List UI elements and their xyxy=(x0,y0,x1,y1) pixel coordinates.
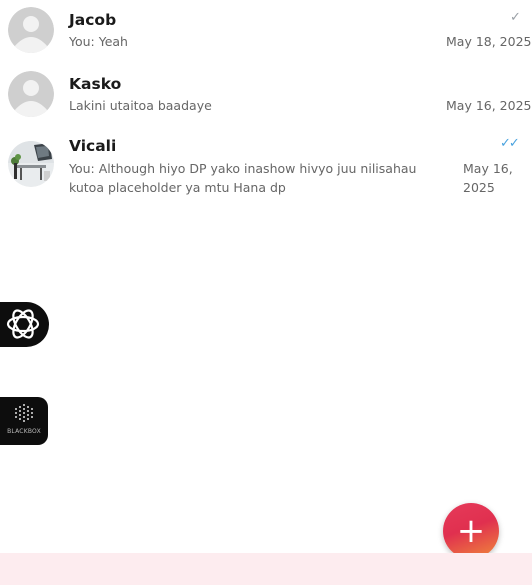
default-avatar xyxy=(8,71,54,117)
blackbox-cube-icon xyxy=(15,404,33,422)
bottom-navigation-bar xyxy=(0,553,532,585)
chat-preview: You: Although hiyo DP yako inashow hivyo… xyxy=(69,161,417,195)
chat-row-jacob[interactable]: Jacob You: Yeah ✓ May 18, 2025 xyxy=(0,0,532,64)
check-icon: ✓ xyxy=(510,10,521,25)
default-avatar xyxy=(8,7,54,53)
chat-row-kasko[interactable]: Kasko Lakini utaitoa baadaye May 16, 202… xyxy=(0,64,532,128)
chat-name: Kasko xyxy=(69,75,122,93)
blackbox-label: BLACKBOX xyxy=(7,428,41,435)
photo-avatar xyxy=(8,141,54,187)
chat-preview: You: Yeah xyxy=(69,34,128,49)
chat-name: Jacob xyxy=(69,11,117,29)
double-check-icon: ✓✓ xyxy=(500,136,520,151)
blackbox-button[interactable]: BLACKBOX xyxy=(0,397,48,445)
ai-assistant-button[interactable] xyxy=(0,302,49,347)
chat-name: Vicali xyxy=(69,137,117,155)
chat-preview: Lakini utaitoa baadaye xyxy=(69,98,212,113)
chat-date: May 18, 2025 xyxy=(446,34,532,49)
new-chat-button[interactable]: + xyxy=(443,503,499,559)
chat-date: May 16, 2025 xyxy=(446,98,532,113)
openai-icon xyxy=(6,309,40,339)
chat-date: May 16, 2025 xyxy=(463,161,513,195)
chat-row-vicali[interactable]: Vicali You: Although hiyo DP yako inasho… xyxy=(0,128,532,202)
